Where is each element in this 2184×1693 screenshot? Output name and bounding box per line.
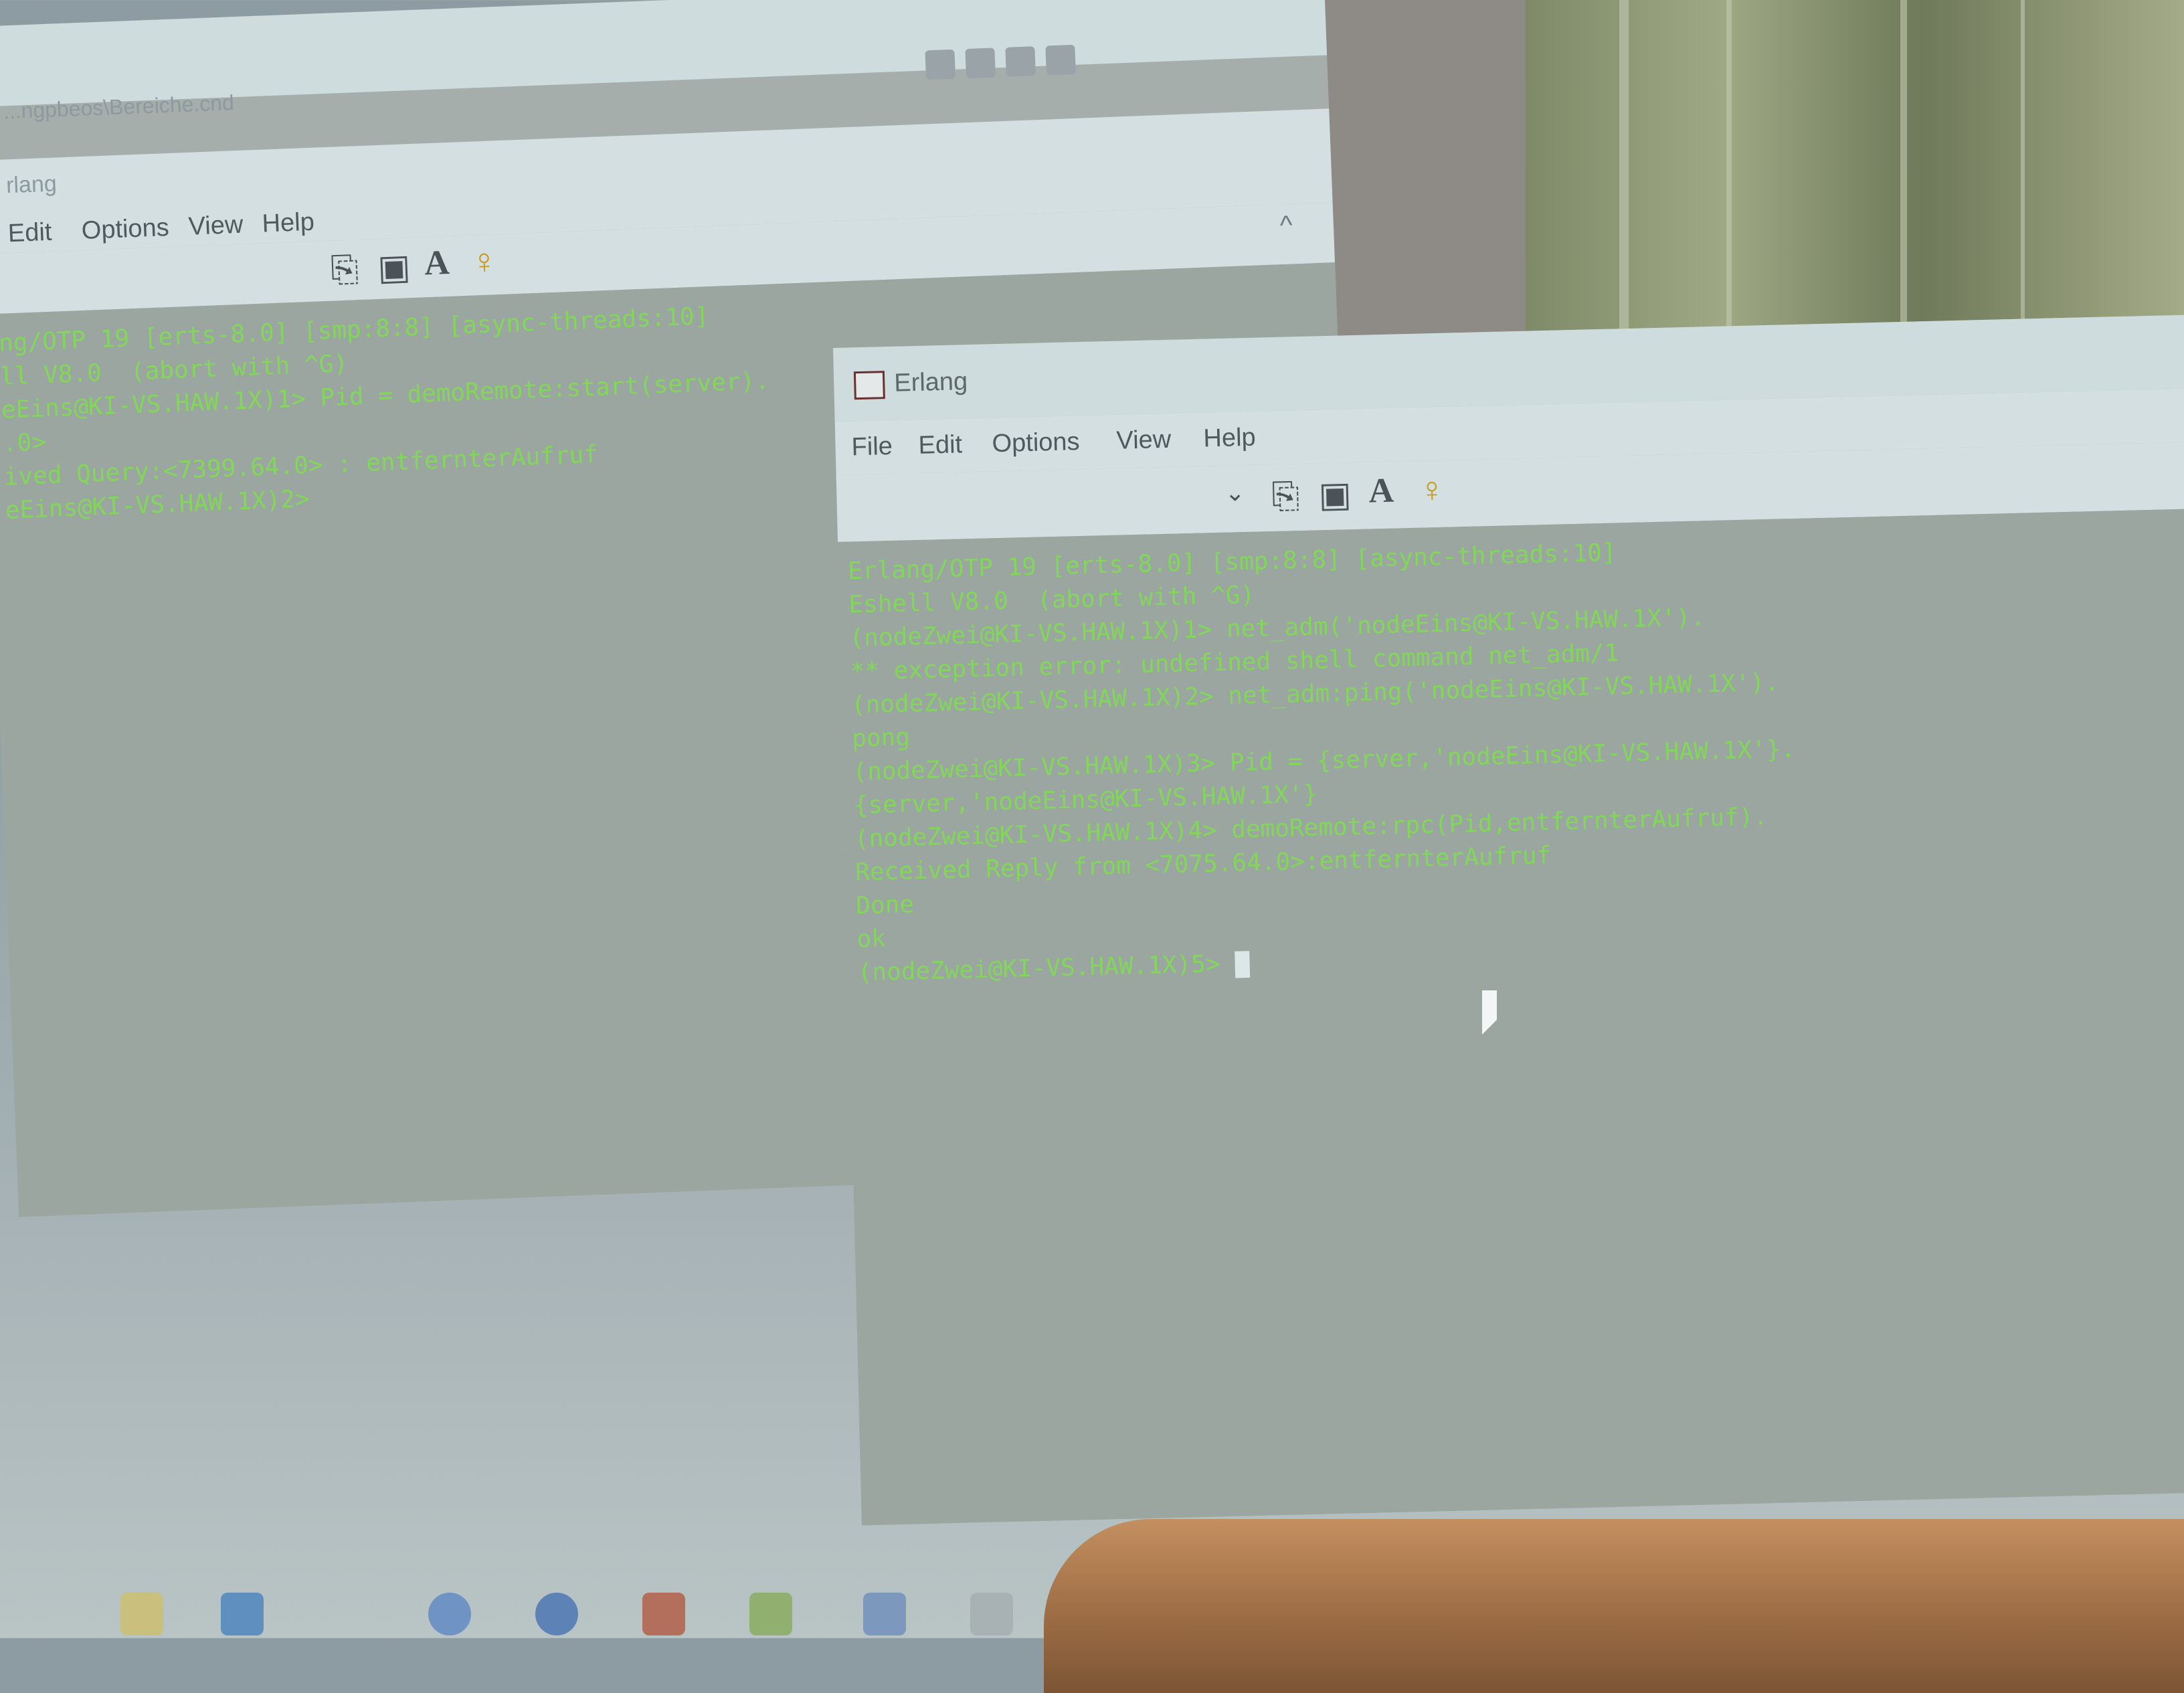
close-icon[interactable] [1045, 44, 1076, 76]
font-icon[interactable]: A [424, 243, 450, 283]
minimize-icon[interactable] [925, 49, 956, 80]
menu-view[interactable]: View [1116, 426, 1172, 456]
window-path: ...ngpbeos\Bereiche.cnd [3, 90, 235, 124]
firefox-icon[interactable] [535, 1593, 578, 1635]
menu-options[interactable]: Options [81, 213, 170, 246]
app-icon[interactable] [221, 1593, 264, 1635]
erlang-window[interactable]: Erlang File Edit Options View Help ⌄ ⎘ ▣… [833, 314, 2184, 1526]
erlang-app-icon [853, 371, 885, 400]
restore-icon[interactable] [1005, 46, 1036, 77]
desktop-background [1311, 0, 1526, 375]
font-icon[interactable]: A [1368, 471, 1394, 511]
chevron-down-icon[interactable]: ⌄ [1224, 478, 1245, 507]
help-icon[interactable]: ♀ [470, 241, 498, 282]
window-title: Erlang [893, 367, 968, 397]
scroll-up-icon[interactable]: ^ [1279, 211, 1293, 242]
app-icon[interactable] [749, 1593, 792, 1635]
chrome-icon[interactable] [428, 1593, 471, 1635]
powerpoint-icon[interactable] [642, 1593, 685, 1635]
paste-icon[interactable]: ▣ [1318, 474, 1352, 515]
menu-options[interactable]: Options [992, 428, 1080, 458]
title-bar[interactable]: ...ngpbeos\Bereiche.cnd [0, 0, 1328, 123]
copy-icon[interactable]: ⎘ [330, 249, 359, 291]
terminal-output[interactable]: Erlang/OTP 19 [erts-8.0] [smp:8:8] [asyn… [838, 508, 2184, 1526]
menu-view[interactable]: View [188, 211, 244, 242]
taskbar [0, 1566, 1044, 1638]
menu-file[interactable]: File [851, 432, 893, 462]
copy-icon[interactable]: ⎘ [1271, 476, 1300, 517]
file-explorer-icon[interactable] [120, 1593, 163, 1635]
paste-icon[interactable]: ▣ [377, 247, 411, 288]
monitor-bezel [1044, 1519, 2184, 1693]
mouse-pointer-icon [1482, 990, 1497, 1035]
maximize-icon[interactable] [965, 48, 996, 79]
menu-help[interactable]: Help [1203, 424, 1256, 454]
help-icon[interactable]: ♀ [1419, 470, 1445, 511]
desktop-wallpaper [1526, 0, 2184, 348]
menu-edit[interactable]: Edit [7, 218, 52, 248]
window-title: rlang [5, 171, 58, 199]
text-cursor [1234, 951, 1250, 978]
terminal-prompt: (nodeZwei@KI-VS.HAW.1X)5> [857, 950, 1235, 987]
menu-edit[interactable]: Edit [918, 430, 963, 460]
menu-help[interactable]: Help [262, 208, 315, 239]
app-icon[interactable] [863, 1593, 906, 1635]
app-icon[interactable] [970, 1593, 1013, 1635]
